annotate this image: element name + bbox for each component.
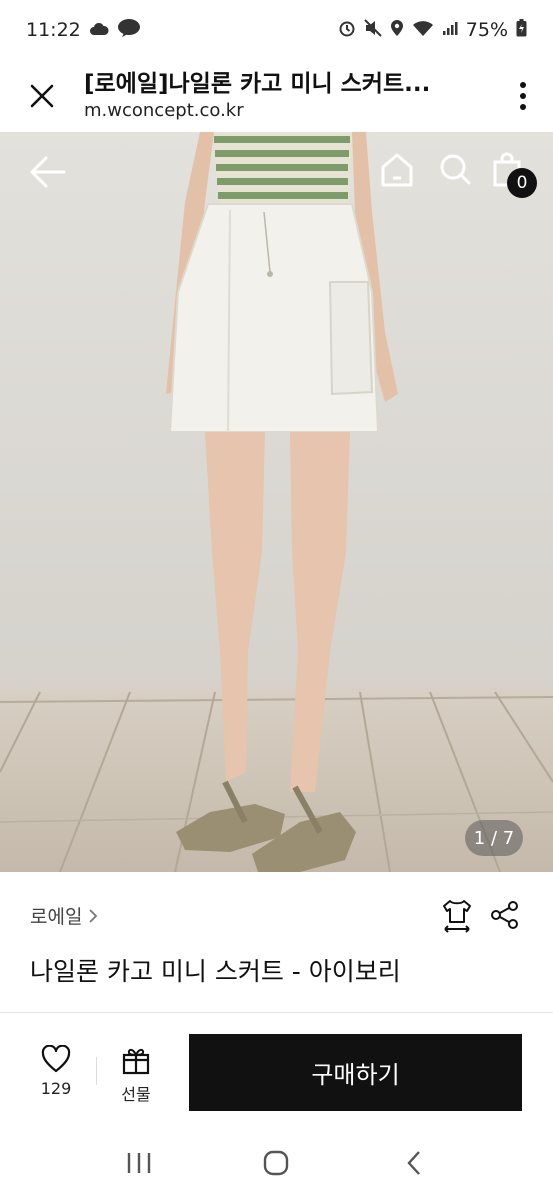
search-icon	[440, 154, 471, 185]
size-fit-button[interactable]	[440, 898, 474, 934]
battery-percent: 75%	[465, 19, 508, 41]
chevron-right-icon	[89, 908, 98, 923]
product-info: 로에일 나일론 카고 미니 스커트 - 아이보리	[0, 872, 553, 1012]
tab-titles: [로에일]나일론 카고 미니 스커트... m.wconcept.co.kr	[84, 69, 493, 123]
recents-icon	[127, 1152, 151, 1173]
status-right: 75%	[338, 18, 527, 42]
heart-icon	[41, 1045, 71, 1073]
share-button[interactable]	[490, 900, 520, 930]
product-name: 나일론 카고 미니 스커트 - 아이보리	[30, 957, 401, 986]
status-left: 11:22	[26, 18, 141, 43]
image-page-indicator: 1 / 7	[465, 820, 523, 856]
back-nav-button[interactable]	[394, 1143, 434, 1183]
bottom-action-bar: 129 선물 구매하기	[0, 1013, 553, 1125]
system-nav-bar	[0, 1125, 553, 1200]
like-button[interactable]: 129	[26, 1045, 86, 1115]
cloud-icon	[89, 19, 109, 41]
product-photo-illustration	[0, 132, 553, 872]
page-url: m.wconcept.co.kr	[84, 100, 244, 121]
home-icon	[381, 153, 413, 187]
signal-icon	[442, 19, 458, 41]
like-count: 129	[40, 1079, 72, 1098]
gift-button[interactable]: 선물	[106, 1045, 166, 1115]
recents-button[interactable]	[119, 1143, 159, 1183]
close-icon	[30, 84, 54, 108]
arrow-left-icon	[30, 156, 66, 188]
search-button[interactable]	[438, 152, 472, 188]
action-separator	[96, 1057, 97, 1085]
mute-icon	[364, 18, 382, 42]
wifi-icon	[412, 19, 434, 42]
gift-icon	[122, 1048, 150, 1075]
back-button[interactable]	[28, 154, 68, 190]
page-title: [로에일]나일론 카고 미니 스커트...	[84, 71, 431, 97]
buy-button[interactable]: 구매하기	[189, 1034, 522, 1111]
alarm-icon	[338, 19, 356, 42]
kakaotalk-icon	[117, 18, 141, 43]
more-menu-button[interactable]	[493, 60, 553, 132]
more-vertical-icon	[520, 82, 526, 110]
product-image[interactable]: 0 1 / 7	[0, 132, 553, 872]
chevron-left-icon	[407, 1150, 421, 1175]
home-circle-icon	[264, 1150, 289, 1175]
close-button[interactable]	[0, 60, 84, 132]
status-bar: 11:22 75%	[0, 0, 553, 60]
brand-link[interactable]: 로에일	[30, 902, 98, 929]
battery-icon	[516, 18, 527, 42]
status-time: 11:22	[26, 19, 81, 41]
cart-count-badge: 0	[507, 168, 537, 198]
gift-label: 선물	[121, 1085, 151, 1104]
share-icon	[491, 901, 518, 929]
shirt-size-icon	[443, 900, 471, 933]
photo-nav: 0	[0, 132, 553, 212]
custom-tab-header: [로에일]나일론 카고 미니 스커트... m.wconcept.co.kr	[0, 60, 553, 132]
location-icon	[390, 19, 404, 42]
home-nav-button[interactable]	[256, 1143, 296, 1183]
brand-name: 로에일	[30, 906, 83, 928]
home-button[interactable]	[380, 152, 414, 188]
